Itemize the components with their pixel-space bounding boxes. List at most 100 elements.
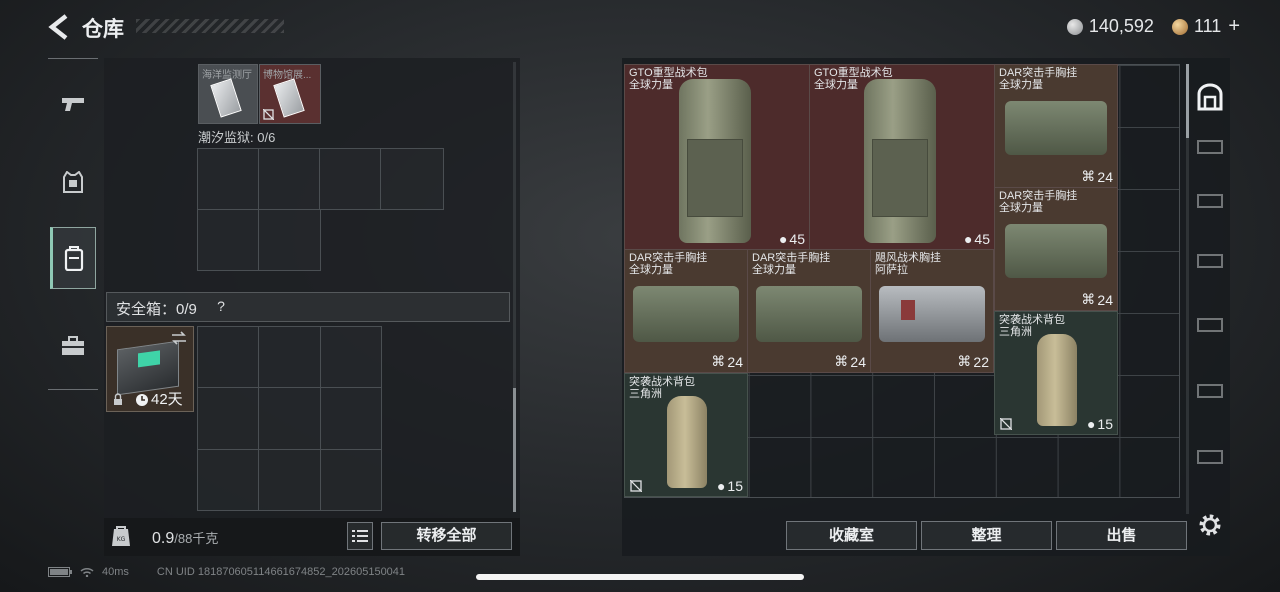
storage-tab-2[interactable] [1192,120,1228,174]
item-count: ⌘ 24 [1081,168,1113,185]
category-rail [48,58,98,390]
storage-tab-icon [1197,318,1223,332]
swap-icon[interactable] [171,331,187,345]
backpack-image [679,79,751,243]
item-count: ● 45 [778,231,805,247]
add-currency-button[interactable]: + [1228,15,1240,38]
safe-slot[interactable] [258,449,321,511]
storage-tab-6[interactable] [1192,364,1228,418]
clock-icon [136,394,148,406]
weight-icon: ● [778,231,788,247]
backpack-icon [64,246,84,271]
rig-icon: ⌘ [957,353,972,369]
collection-room-button[interactable]: 收藏室 [786,521,917,550]
wifi-icon [80,567,94,577]
rail-case[interactable] [50,315,96,377]
help-button[interactable]: ? [210,296,232,316]
list-view-button[interactable] [347,522,373,550]
chest-rig-image [879,286,985,342]
access-card-icon [273,78,305,118]
item-count: ⌘ 24 [1081,291,1113,308]
pack-pouch [687,139,743,217]
item-count: ⌘ 22 [957,353,989,370]
chest-rig-image [633,286,739,342]
grid-slot[interactable] [258,148,320,210]
backpack-image [1037,334,1077,426]
storage-tab-icon [1197,384,1223,398]
item-label: 博物馆展... [263,70,312,81]
storage-item-raid-backpack[interactable]: 突袭战术背包 三角洲 ● 15 [624,373,748,497]
grid-slot[interactable] [197,209,259,271]
safe-slot[interactable] [320,387,382,450]
storage-item-gto-pack[interactable]: GTO重型战术包 全球力量 ● 45 [809,64,995,250]
storage-item-dar-rig[interactable]: DAR突击手胸挂 全球力量 ⌘ 24 [994,64,1118,188]
warehouse-icon [1197,83,1223,111]
storage-tab-home[interactable] [1192,70,1228,124]
pistol-icon [62,98,84,111]
settings-gear-icon[interactable] [1197,512,1223,538]
rail-weapons[interactable] [50,73,96,135]
grid-slot[interactable] [258,209,321,271]
list-icon [352,530,368,542]
storage-tab-icon [1197,450,1223,464]
gold-amount: 111 [1193,16,1222,36]
storage-item-dar-rig[interactable]: DAR突击手胸挂 全球力量 ⌘ 24 [747,249,871,373]
ping-value: 40ms [102,566,129,578]
storage-scroll-thumb[interactable] [1186,64,1189,138]
storage-tabs [1190,58,1230,498]
inventory-item-ocean-hall[interactable]: 海洋监测厅 [198,64,258,124]
item-name: 飓风战术胸挂 阿萨拉 [875,252,941,276]
storage-tab-icon [1197,254,1223,268]
transfer-all-button[interactable]: 转移全部 [381,522,512,550]
grid-slot[interactable] [380,148,444,210]
page-title: 仓库 [82,18,124,41]
item-count: ● 15 [1086,416,1113,432]
storage-item-raid-backpack[interactable]: 突袭战术背包 三角洲 ● 15 [994,311,1118,435]
storage-item-hurricane-rig[interactable]: 飓风战术胸挂 阿萨拉 ⌘ 22 [870,249,994,373]
rail-armor[interactable] [50,151,96,213]
inventory-item-museum[interactable]: 博物馆展... [259,64,321,124]
item-count: ⌘ 24 [834,353,866,370]
rig-icon: ⌘ [1081,168,1096,184]
storage-tab-7[interactable] [1192,430,1228,484]
silver-amount: 140,592 [1088,16,1154,36]
armor-icon [63,171,83,193]
weight-icon: ● [963,231,973,247]
grid-slot[interactable] [197,148,259,210]
grid-slot[interactable] [319,148,381,210]
tide-prison-label: 潮汐监狱: 0/6 [198,130,276,145]
safe-box-label: 安全箱：0/9 [116,301,197,318]
storage-tab-4[interactable] [1192,234,1228,288]
safe-slot[interactable] [197,449,259,511]
home-indicator[interactable] [476,574,804,580]
storage-item-dar-rig[interactable]: DAR突击手胸挂 全球力量 ⌘ 24 [994,187,1118,311]
chest-rig-image [1005,101,1107,155]
pack-pouch [872,139,928,217]
sell-button[interactable]: 出售 [1056,521,1187,550]
briefcase-icon [62,336,84,355]
safe-slot[interactable] [320,326,382,388]
organize-button[interactable]: 整理 [921,521,1052,550]
back-arrow-icon[interactable] [48,14,72,40]
storage-item-dar-rig[interactable]: DAR突击手胸挂 全球力量 ⌘ 24 [624,249,748,373]
safe-slot[interactable] [258,387,321,450]
safe-slot[interactable] [320,449,382,511]
currency-display: 140,592 111 + [1066,15,1240,38]
gold-coin-icon [1171,18,1188,35]
rig-icon: ⌘ [834,353,849,369]
item-count: ⌘ 24 [711,353,743,370]
safe-slot[interactable] [197,326,259,388]
rig-icon: ⌘ [1081,291,1096,307]
safe-case-item[interactable]: 42天 [106,326,194,412]
safe-slot[interactable] [197,387,259,450]
unmarked-icon [1000,418,1012,430]
title-decoration [136,19,284,33]
safe-slot[interactable] [258,326,321,388]
silver-coin-icon [1066,18,1083,35]
storage-item-gto-pack[interactable]: GTO重型战术包 全球力量 ● 45 [624,64,810,250]
inventory-scroll-thumb[interactable] [513,388,516,512]
storage-tab-3[interactable] [1192,174,1228,228]
item-name: DAR突击手胸挂 全球力量 [999,190,1078,214]
storage-tab-5[interactable] [1192,298,1228,352]
rail-backpack[interactable] [50,227,96,289]
